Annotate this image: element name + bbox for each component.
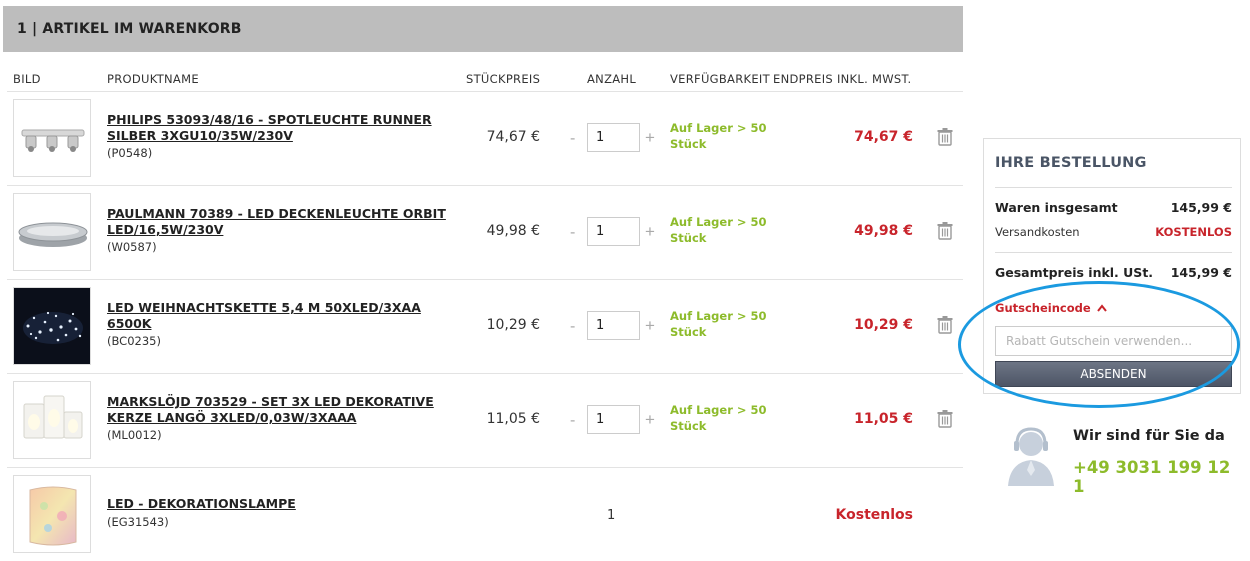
quantity-decrease-button[interactable]: -: [570, 224, 575, 242]
goods-total-row: Waren insgesamt 145,99 €: [995, 200, 1232, 215]
support-text: Wir sind für Sie da: [1073, 428, 1225, 444]
support-block: Wir sind für Sie da +49 3031 199 12 1: [1000, 424, 1245, 496]
line-total: 10,29 €: [854, 317, 913, 333]
column-header-image: BILD: [13, 72, 41, 86]
order-summary-title: IHRE BESTELLUNG: [995, 155, 1147, 171]
divider: [995, 252, 1232, 253]
product-sku: (P0548): [107, 146, 153, 160]
cart-row: PAULMANN 70389 - LED DECKENLEUCHTE ORBIT…: [7, 186, 963, 280]
shipping-value: KOSTENLOS: [1155, 225, 1232, 239]
grand-total-row: Gesamtpreis inkl. USt. 145,99 €: [995, 265, 1232, 280]
availability-status: Auf Lager > 50 Stück: [670, 309, 767, 339]
divider: [995, 187, 1232, 188]
quantity-input[interactable]: 1: [587, 405, 640, 434]
quantity-input[interactable]: 1: [587, 123, 640, 152]
availability-status: Auf Lager > 50 Stück: [670, 215, 767, 245]
trash-icon[interactable]: [937, 222, 953, 240]
product-image[interactable]: [13, 99, 91, 177]
quantity-increase-button[interactable]: +: [645, 316, 655, 336]
product-name-link[interactable]: LED - DEKORATIONSLAMPE: [107, 496, 447, 512]
support-phone[interactable]: +49 3031 199 12 1: [1073, 458, 1245, 496]
product-name-link[interactable]: PAULMANN 70389 - LED DECKENLEUCHTE ORBIT…: [107, 206, 447, 238]
availability-status: Auf Lager > 50 Stück: [670, 121, 767, 151]
unit-price: 74,67 €: [486, 129, 540, 145]
order-summary: IHRE BESTELLUNG Waren insgesamt 145,99 €…: [983, 138, 1241, 394]
cart-row: LED WEIHNACHTSKETTE 5,4 M 50XLED/3XAA 65…: [7, 280, 963, 374]
cart-section: 1 | ARTIKEL IM WARENKORB BILD PRODUKTNAM…: [3, 6, 963, 561]
column-header-quantity: ANZAHL: [587, 72, 637, 86]
quantity-input[interactable]: 1: [587, 217, 640, 246]
coupon-toggle-label: Gutscheincode: [995, 301, 1091, 315]
submit-coupon-button[interactable]: ABSENDEN: [995, 361, 1232, 387]
availability-status: Auf Lager > 50 Stück: [670, 403, 767, 433]
product-sku: (BC0235): [107, 334, 161, 348]
trash-icon[interactable]: [937, 128, 953, 146]
quantity-increase-button[interactable]: +: [645, 128, 655, 148]
cart-header: 1 | ARTIKEL IM WARENKORB: [3, 6, 963, 52]
product-image[interactable]: [13, 475, 91, 553]
product-image[interactable]: [13, 193, 91, 271]
quantity-increase-button[interactable]: +: [645, 222, 655, 242]
product-sku: (W0587): [107, 240, 157, 254]
cart-column-headers: BILD PRODUKTNAME STÜCKPREIS ANZAHL VERFÜ…: [7, 52, 963, 92]
quantity-value: 1: [607, 508, 616, 523]
chevron-up-icon: [1096, 304, 1107, 312]
shipping-label: Versandkosten: [995, 225, 1080, 239]
line-total: 11,05 €: [854, 411, 913, 427]
column-header-total: ENDPREIS INKL. MWST.: [773, 72, 912, 86]
coupon-code-input[interactable]: [995, 326, 1232, 356]
product-name-link[interactable]: LED WEIHNACHTSKETTE 5,4 M 50XLED/3XAA 65…: [107, 300, 447, 332]
cart-row: PHILIPS 53093/48/16 - SPOTLEUCHTE RUNNER…: [7, 92, 963, 186]
quantity-decrease-button[interactable]: -: [570, 130, 575, 148]
cart-row: LED - DEKORATIONSLAMPE (EG31543) 1 Koste…: [7, 468, 963, 561]
unit-price: 49,98 €: [486, 223, 540, 239]
grand-total-label: Gesamtpreis inkl. USt.: [995, 265, 1154, 280]
quantity-decrease-button[interactable]: -: [570, 318, 575, 336]
product-sku: (ML0012): [107, 428, 162, 442]
product-image[interactable]: [13, 381, 91, 459]
line-total: 49,98 €: [854, 223, 913, 239]
product-name-link[interactable]: PHILIPS 53093/48/16 - SPOTLEUCHTE RUNNER…: [107, 112, 447, 144]
trash-icon[interactable]: [937, 316, 953, 334]
goods-total-label: Waren insgesamt: [995, 200, 1118, 215]
coupon-toggle[interactable]: Gutscheincode: [995, 301, 1107, 315]
unit-price: 11,05 €: [486, 411, 540, 427]
cart-row: MARKSLÖJD 703529 - SET 3X LED DEKORATIVE…: [7, 374, 963, 468]
unit-price: 10,29 €: [486, 317, 540, 333]
product-sku: (EG31543): [107, 515, 169, 529]
quantity-increase-button[interactable]: +: [645, 410, 655, 430]
product-image[interactable]: [13, 287, 91, 365]
trash-icon[interactable]: [937, 410, 953, 428]
quantity-decrease-button[interactable]: -: [570, 412, 575, 430]
headset-agent-icon: [1008, 427, 1054, 486]
line-total: Kostenlos: [835, 507, 913, 523]
product-name-link[interactable]: MARKSLÖJD 703529 - SET 3X LED DEKORATIVE…: [107, 394, 447, 426]
grand-total-value: 145,99 €: [1170, 265, 1232, 280]
column-header-availability: VERFÜGBARKEIT: [670, 72, 770, 86]
column-header-unit-price: STÜCKPREIS: [466, 72, 541, 86]
goods-total-value: 145,99 €: [1170, 200, 1232, 215]
quantity-input[interactable]: 1: [587, 311, 640, 340]
column-header-name: PRODUKTNAME: [107, 72, 199, 86]
line-total: 74,67 €: [854, 129, 913, 145]
shipping-row: Versandkosten KOSTENLOS: [995, 225, 1232, 239]
